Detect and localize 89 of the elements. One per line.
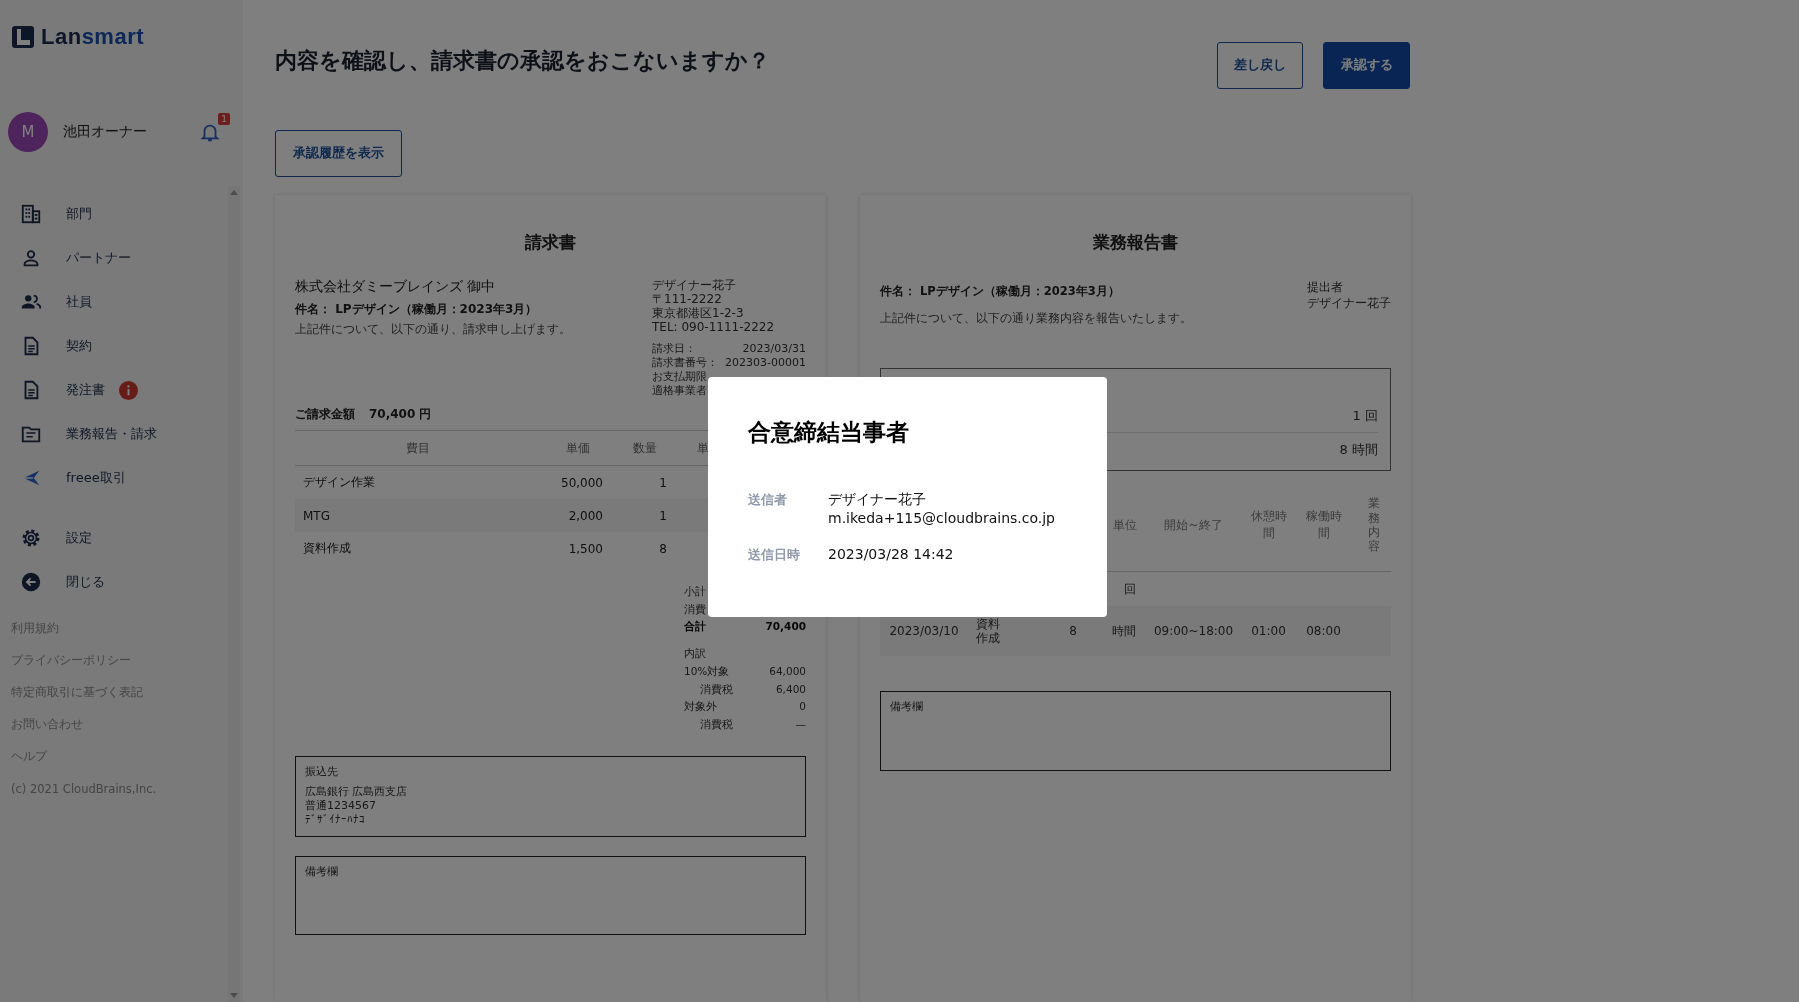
logo-text: Lansmart <box>41 24 145 50</box>
settings-icon <box>20 527 42 549</box>
column-header: 数量 <box>632 439 658 457</box>
table-cell-text: 資料作成 <box>302 540 352 557</box>
action-button[interactable]: 承認する <box>1323 42 1410 89</box>
table-cell: 01:00 <box>1251 624 1286 638</box>
scroll-down-icon[interactable] <box>230 993 238 998</box>
table-cell-text: 2,000 <box>567 508 604 523</box>
column-header: 休憩時間 <box>1250 508 1287 542</box>
issuer-line: TEL: 090-1111-2222 <box>652 320 776 334</box>
detail-value: 202303-00001 <box>725 356 806 370</box>
total-label: 小計 <box>684 584 706 599</box>
scroll-up-icon[interactable] <box>230 190 238 195</box>
table-cell-text: 8 <box>658 541 668 556</box>
table-cell: 2023/03/10 <box>889 624 959 638</box>
bank-line: 広島銀行 広島西支店 <box>305 784 409 799</box>
table-cell-text: 1 <box>658 508 668 523</box>
total-value: — <box>795 716 806 732</box>
bank-line: 普通1234567 <box>305 798 377 813</box>
bank-line: ﾃﾞｻﾞｲﾅｰﾊﾅｺ <box>305 812 366 827</box>
column-header: 開始~終了 <box>1164 516 1223 534</box>
amount-value: 70,400 円 <box>369 406 432 423</box>
history-button[interactable]: 承認履歴を表示 <box>275 130 402 177</box>
scrollbar[interactable] <box>228 186 240 1002</box>
table-cell-text: 50,000 <box>560 475 604 490</box>
total-label: 消費税 <box>699 716 733 732</box>
remarks-label: 備考欄 <box>890 700 924 714</box>
total-label: 消費税 <box>699 681 733 697</box>
total-value: 64,000 <box>769 663 806 679</box>
page-title: 内容を確認し、請求書の承認をおこないますか？ <box>275 47 770 75</box>
modal-value: 2023/03/28 14:42 <box>828 545 954 564</box>
detail-label: 適格事業者 <box>652 384 707 398</box>
amount-label: ご請求金額 <box>295 406 355 423</box>
submitter-label: 提出者 <box>1307 279 1344 295</box>
issuer-line: 東京都港区1-2-3 <box>652 306 745 320</box>
remarks-label: 備考欄 <box>305 864 339 879</box>
submitter-name: デザイナー花子 <box>1307 295 1391 311</box>
table-cell: 回 <box>1124 580 1136 598</box>
subject: 件名： LPデザイン（稼働月：2023年3月） <box>295 301 539 318</box>
table-cell: 時間 <box>1112 622 1136 640</box>
table-cell-text: デザイン作業 <box>302 474 376 491</box>
column-header: 単価 <box>564 439 591 457</box>
report-title: 業務報告書 <box>1092 231 1179 254</box>
back-icon <box>20 571 42 593</box>
table-cell: 08:00 <box>1306 624 1341 638</box>
column-header: 稼働時間 <box>1305 508 1342 542</box>
column-header: 費目 <box>404 439 431 457</box>
avatar: M <box>8 112 48 152</box>
summary-value: 1 回 <box>1352 406 1378 425</box>
total-value: 0 <box>799 699 806 715</box>
total-label: 内訳 <box>684 646 706 662</box>
issuer-line: デザイナー花子 <box>652 278 737 292</box>
detail-value: 2023/03/31 <box>742 342 806 356</box>
table-cell-text: 1 <box>658 475 668 490</box>
table-cell-text: 1,500 <box>567 541 604 556</box>
modal-title: 合意締結当事者 <box>748 418 910 447</box>
invoice-title: 請求書 <box>524 231 577 254</box>
modal-value: デザイナー花子 <box>828 490 927 509</box>
action-button[interactable]: 差し戻し <box>1217 42 1303 89</box>
modal-label: 送信者 <box>748 491 788 509</box>
table-cell-text: 資料作成 <box>976 616 1001 646</box>
detail-label: 請求書番号： <box>652 356 718 370</box>
detail-label: 請求日： <box>652 342 696 356</box>
user-name: 池田オーナー <box>63 123 147 141</box>
total-label: 10%対象 <box>684 663 730 679</box>
column-header: 単位 <box>1113 516 1137 534</box>
modal-value: m.ikeda+115@cloudbrains.co.jp <box>828 509 1055 528</box>
logo-icon <box>11 25 35 49</box>
detail-label: お支払期限 <box>652 370 707 384</box>
notification-badge: 1 <box>218 113 230 125</box>
total-value: 6,400 <box>775 681 806 697</box>
intro-text: 上記件について、以下の通り、請求申し上げます。 <box>295 321 572 338</box>
summary-value: 8 時間 <box>1339 440 1378 459</box>
table-cell: 8 <box>1069 624 1077 638</box>
recipient: 株式会社ダミーブレインズ 御中 <box>295 278 497 296</box>
bank-label: 振込先 <box>305 764 339 779</box>
building-icon <box>20 203 42 225</box>
table-cell-text: MTG <box>302 508 331 523</box>
modal-label: 送信日時 <box>748 546 801 564</box>
total-value: 70,400 <box>765 619 806 635</box>
total-label: 合計 <box>684 619 706 635</box>
intro-text: 上記件について、以下の通り業務内容を報告いたします。 <box>880 311 1192 326</box>
total-label: 対象外 <box>684 699 717 715</box>
column-header: 単 <box>696 439 709 457</box>
table-cell: 09:00~18:00 <box>1153 624 1234 638</box>
subject: 件名： LPデザイン（稼働月：2023年3月） <box>880 284 1121 299</box>
total-label: 消費 <box>684 601 706 617</box>
column-header: 業務内容 <box>1368 496 1380 554</box>
issuer-line: 〒111-2222 <box>652 292 723 306</box>
